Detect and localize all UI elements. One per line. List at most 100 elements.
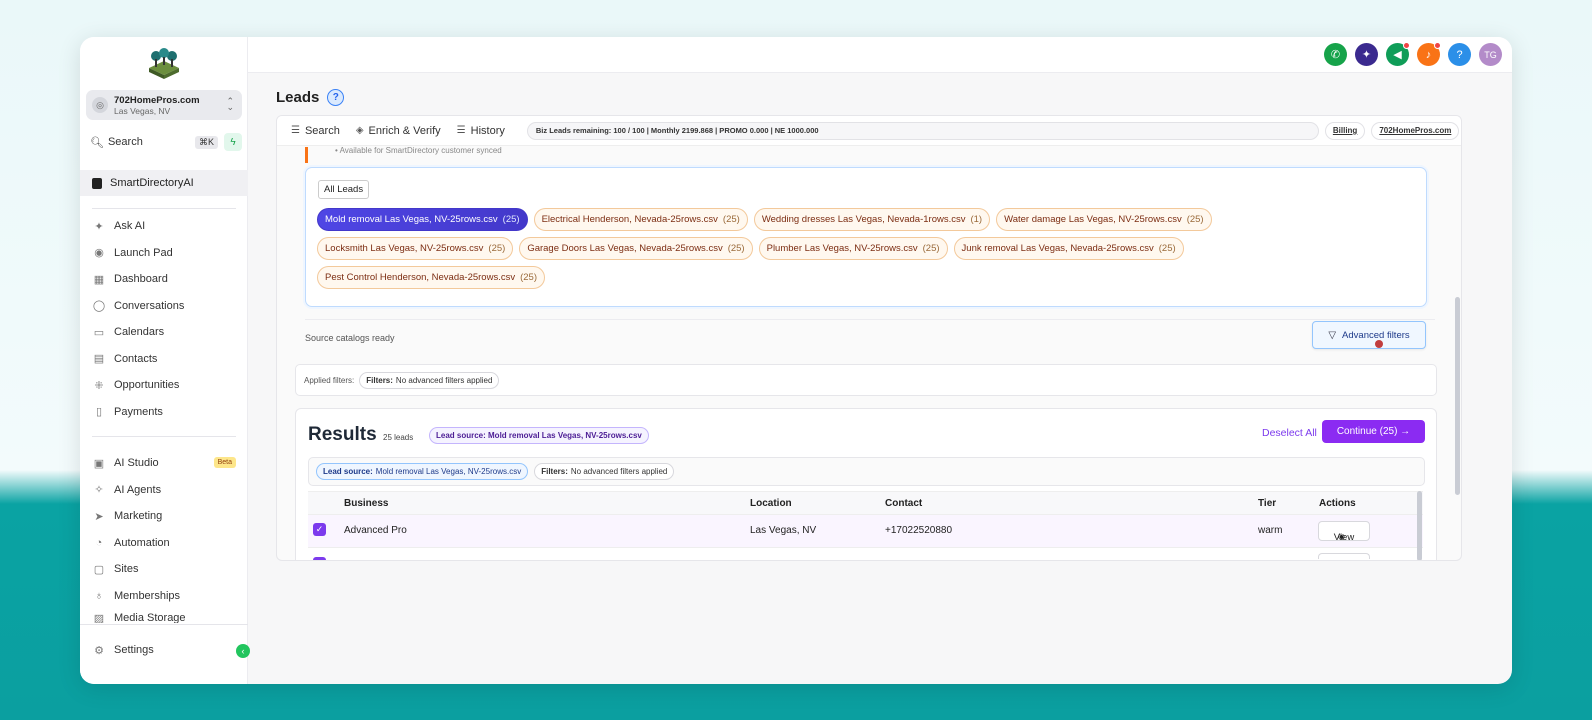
search-shortcut: ⌘K: [194, 135, 218, 149]
catalog-chip[interactable]: Junk removal Las Vegas, Nevada-25rows.cs…: [953, 237, 1184, 260]
chip-count: (25): [727, 243, 745, 254]
search-label: Search: [107, 136, 143, 148]
automation-icon: ◔: [95, 536, 103, 549]
account-switcher[interactable]: ◎ 702HomePros.com Las Vegas, NV ⌃ ⌄: [86, 90, 242, 120]
view-button[interactable]: ◉ View: [1318, 521, 1370, 543]
catalog-chip[interactable]: Wedding dresses Las Vegas, Nevada-1rows.…: [753, 208, 991, 231]
panel-scrollbar[interactable]: [1455, 297, 1460, 495]
panel-scroll-area[interactable]: • Available for SmartDirectory customer …: [277, 147, 1461, 560]
chip-label: Mold removal Las Vegas, NV-25rows.csv: [325, 214, 498, 225]
catalog-chip[interactable]: Plumber Las Vegas, NV-25rows.csv (25): [758, 237, 948, 260]
view-button[interactable]: [1318, 553, 1370, 559]
notification-dot: [1434, 42, 1441, 49]
nav-label: Opportunities: [114, 379, 180, 392]
lead-source-pill: Lead source: Mold removal Las Vegas, NV-…: [429, 427, 649, 444]
catalog-chip[interactable]: Mold removal Las Vegas, NV-25rows.csv (25…: [317, 208, 528, 231]
sidebar-item-ask-ai[interactable]: ✦ Ask AI: [80, 213, 248, 240]
pill-key: Lead source:: [323, 467, 373, 476]
sidebar-item-contacts[interactable]: ▤ Contacts: [80, 346, 248, 373]
sidebar-item-calendars[interactable]: ▭ Calendars: [80, 319, 248, 346]
app-window: ◎ 702HomePros.com Las Vegas, NV ⌃ ⌄ 🔍︎ Se…: [80, 37, 1512, 684]
table-header: Business Location Contact Tier Actions: [308, 491, 1423, 515]
chip-count: (25): [502, 214, 520, 225]
chip-count: (1): [970, 214, 983, 225]
bolt-icon[interactable]: ϟ: [224, 133, 242, 151]
divider: [305, 319, 1435, 320]
sidebar-item-smartdirectoryai[interactable]: SmartDirectoryAI: [80, 170, 248, 196]
help-icon[interactable]: ?: [327, 89, 345, 106]
megaphone-icon[interactable]: ◀: [1386, 42, 1410, 66]
nav-label: Automation: [114, 536, 170, 549]
beta-badge: Beta: [213, 457, 236, 468]
sidebar-item-settings[interactable]: ⚙ Settings: [80, 637, 248, 663]
cell-contact: +17022520880: [885, 525, 953, 536]
panel-toolbar: ☰ Search ◈ Enrich & Verify ☰ History Biz Le…: [277, 116, 1461, 146]
sidebar-item-launch-pad[interactable]: ◉ Launch Pad: [80, 240, 248, 267]
sidebar-item-media-storage[interactable]: ▨ Media Storage: [80, 609, 248, 623]
sidebar-item-payments[interactable]: ▯ Payments: [80, 399, 248, 426]
sidebar-nav-secondary: ▣ AI Studio Beta ✧ AI Agents ➤ Marketing ◔ Au…: [80, 450, 248, 623]
tab-enrich-verify[interactable]: ◈ Enrich & Verify: [356, 125, 441, 137]
database-icon: ☰: [291, 125, 300, 136]
chip-count: (25): [520, 272, 537, 283]
bell-icon[interactable]: ♪: [1417, 42, 1441, 66]
sidebar-search[interactable]: 🔍︎ Search ⌘K ϟ: [86, 132, 242, 152]
catalog-chip[interactable]: Locksmith Las Vegas, NV-25rows.csv (25): [317, 237, 514, 260]
table-row[interactable]: ✓ Advanced Pro Las Vegas, NV +1702252088…: [308, 515, 1423, 548]
opportunities-icon: ⁜: [94, 379, 104, 392]
sidebar-item-sites[interactable]: ▢ Sites: [80, 556, 248, 583]
sidebar-item-ai-agents[interactable]: ✧ AI Agents: [80, 477, 248, 504]
truncated-note: • Available for SmartDirectory customer …: [335, 147, 502, 155]
billing-link[interactable]: Billing: [1324, 121, 1366, 140]
layers-icon: ◈: [355, 125, 364, 136]
sidebar-item-conversations[interactable]: ◯ Conversations: [80, 293, 248, 320]
catalog-chips: Mold removal Las Vegas, NV-25rows.csv (25…: [317, 208, 1417, 295]
chip-row: Mold removal Las Vegas, NV-25rows.csv (25…: [317, 208, 1417, 231]
tab-label: Enrich & Verify: [368, 124, 441, 137]
nav-label: Ask AI: [114, 220, 146, 233]
deselect-all-button[interactable]: Deselect All: [1262, 427, 1317, 439]
tab-search[interactable]: ☰ Search: [291, 125, 340, 137]
sidebar-item-opportunities[interactable]: ⁜ Opportunities: [80, 372, 248, 399]
advanced-filters-button[interactable]: ▽ Advanced filters: [1312, 321, 1426, 349]
cell-business: Advanced Pro: [344, 525, 407, 536]
notification-dot: [1403, 42, 1410, 49]
chip-count: (25): [922, 243, 940, 254]
sidebar-item-ai-studio[interactable]: ▣ AI Studio Beta: [80, 450, 248, 477]
tab-history[interactable]: ☰ History: [457, 125, 505, 137]
avatar[interactable]: TG: [1479, 43, 1502, 66]
collapse-sidebar-button[interactable]: ‹: [236, 644, 250, 658]
results-table: Business Location Contact Tier Actions ✓…: [308, 491, 1423, 560]
phone-icon[interactable]: ✆: [1324, 43, 1347, 66]
sidebar-item-marketing[interactable]: ➤ Marketing: [80, 503, 248, 530]
catalog-chip[interactable]: Water damage Las Vegas, NV-25rows.csv (25…: [996, 208, 1212, 231]
row-checkbox[interactable]: ✓: [313, 523, 326, 536]
applied-filters-label: Applied filters:: [304, 375, 355, 385]
catalog-chip[interactable]: Pest Control Henderson, Nevada-25rows.cs…: [317, 266, 545, 289]
ai-sparkle-icon[interactable]: ✦: [1355, 43, 1378, 66]
sidebar-nav-main: ✦ Ask AI ◉ Launch Pad ▦ Dashboard ◯ Conversa…: [80, 213, 248, 425]
catalog-chip[interactable]: Garage Doors Las Vegas, Nevada-25rows.cs…: [519, 237, 753, 260]
filters-pill: Filters: No advanced filters applied: [359, 371, 500, 389]
mouse-cursor-icon: [1375, 340, 1383, 348]
column-header-actions: Actions: [1319, 498, 1356, 509]
location-icon: ◎: [92, 97, 108, 113]
all-leads-button[interactable]: All Leads: [318, 180, 370, 199]
logo-icon: [149, 48, 179, 79]
sidebar-item-dashboard[interactable]: ▦ Dashboard: [80, 266, 248, 293]
nav-label: Conversations: [114, 299, 185, 312]
continue-button[interactable]: Continue (25) →: [1322, 420, 1425, 443]
pill-key: Filters:: [366, 375, 393, 385]
column-header-location: Location: [750, 498, 792, 509]
sparkle-icon: ✦: [94, 220, 104, 233]
table-scrollbar[interactable]: [1417, 491, 1422, 560]
sidebar-item-memberships[interactable]: ♁ Memberships: [80, 583, 248, 610]
page-title-text: Leads: [276, 89, 320, 106]
help-icon[interactable]: ?: [1448, 43, 1471, 66]
row-checkbox[interactable]: [313, 557, 326, 560]
catalog-chip[interactable]: Electrical Henderson, Nevada-25rows.csv (…: [533, 208, 748, 231]
sidebar-item-automation[interactable]: ◔ Automation: [80, 530, 248, 557]
site-link[interactable]: 702HomePros.com: [1371, 121, 1460, 140]
quota-status: Biz Leads remaining: 100 / 100 | Monthly…: [526, 121, 1319, 140]
search-icon: 🔍︎: [90, 136, 104, 149]
